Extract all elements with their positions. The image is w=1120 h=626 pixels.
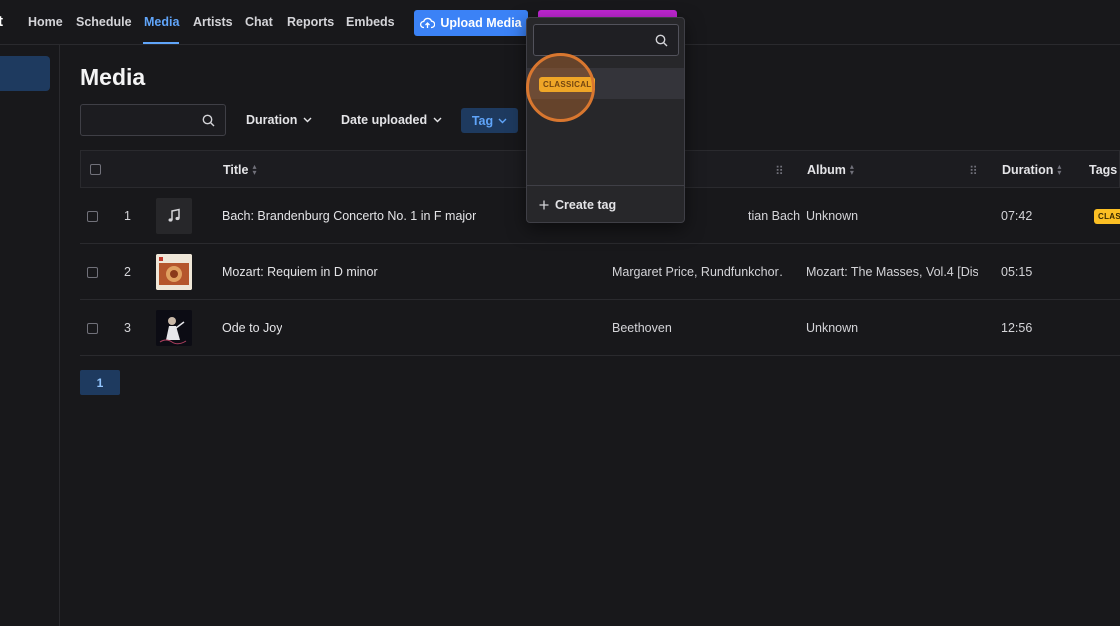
column-title[interactable]: Title ▴ ▾ (223, 162, 257, 178)
column-tags-label: Tags (1089, 163, 1118, 177)
column-album[interactable]: Album ▴ ▾ (807, 162, 854, 178)
sort-icon: ▴ ▾ (1057, 162, 1062, 177)
row-duration: 12:56 (1001, 321, 1033, 335)
row-album: Unknown (806, 209, 859, 223)
duration-filter-label: Duration (246, 113, 298, 127)
row-title[interactable]: Mozart: Requiem in D minor (222, 265, 378, 279)
nav-reports[interactable]: Reports (287, 15, 334, 29)
nav-embeds[interactable]: Embeds (346, 15, 395, 29)
nav-chat[interactable]: Chat (245, 15, 273, 29)
row-title[interactable]: Ode to Joy (222, 321, 282, 335)
tag-filter[interactable]: Tag (461, 108, 518, 133)
column-duration[interactable]: Duration ▴ ▾ (1002, 162, 1062, 178)
sort-icon: ▴ ▾ (252, 162, 257, 177)
music-note-icon (156, 198, 192, 234)
dropdown-divider (527, 185, 684, 186)
row-checkbox[interactable] (87, 211, 98, 222)
plus-icon (539, 200, 549, 210)
sidebar-item-active[interactable] (0, 56, 50, 91)
album-art (156, 310, 192, 346)
nav-media[interactable]: Media (144, 15, 179, 29)
search-icon (655, 34, 668, 47)
row-title[interactable]: Bach: Brandenburg Concerto No. 1 in F ma… (222, 209, 476, 223)
tag-badge[interactable]: CLASS (1094, 209, 1120, 224)
row-index: 2 (124, 265, 131, 279)
row-checkbox[interactable] (87, 323, 98, 334)
row-artist: Beethoven (612, 321, 672, 335)
column-duration-label: Duration (1002, 163, 1054, 177)
cloud-upload-icon (420, 17, 436, 29)
row-artist: tian Bach (748, 209, 801, 223)
nav-home[interactable]: Home (28, 15, 63, 29)
select-all-checkbox[interactable] (90, 164, 101, 175)
column-title-label: Title (223, 163, 249, 177)
row-album: Mozart: The Masses, Vol.4 [Dis… (806, 265, 978, 279)
tag-filter-label: Tag (471, 113, 494, 128)
create-tag-label: Create tag (555, 198, 617, 212)
row-artist: Margaret Price, Rundfunkchor… (612, 265, 784, 279)
nav-schedule[interactable]: Schedule (76, 15, 132, 29)
row-index: 1 (124, 209, 131, 223)
upload-media-button[interactable]: Upload Media (414, 10, 528, 36)
pagination-page-1[interactable]: 1 (80, 370, 120, 395)
column-tags[interactable]: Tags (1089, 163, 1117, 177)
chevron-down-icon (498, 118, 507, 123)
nav-active-indicator (143, 42, 179, 44)
row-album: Unknown (806, 321, 859, 335)
drag-handle-icon[interactable]: ⠿ (969, 164, 978, 178)
search-input[interactable] (80, 104, 226, 136)
nav-artists[interactable]: Artists (193, 15, 233, 29)
date-uploaded-filter[interactable]: Date uploaded (341, 113, 442, 127)
duration-filter[interactable]: Duration (246, 113, 312, 127)
date-uploaded-filter-label: Date uploaded (341, 113, 428, 127)
chevron-down-icon (433, 117, 442, 123)
search-icon (202, 114, 215, 127)
create-tag-button[interactable]: Create tag (539, 198, 616, 212)
table-row[interactable]: 3 Ode to Joy Beethoven Unknown 12:56 (80, 300, 1120, 356)
row-duration: 07:42 (1001, 209, 1033, 223)
album-art (156, 254, 192, 290)
click-highlight (526, 53, 595, 122)
row-duration: 05:15 (1001, 265, 1033, 279)
chevron-down-icon (303, 117, 312, 123)
column-album-label: Album (807, 163, 846, 177)
logo[interactable]: t (0, 13, 3, 30)
sort-icon: ▴ ▾ (849, 162, 854, 177)
tag-search-input[interactable] (533, 24, 679, 56)
sidebar (0, 45, 60, 626)
row-index: 3 (124, 321, 131, 335)
page-title: Media (80, 64, 146, 90)
drag-handle-icon[interactable]: ⠿ (775, 164, 784, 178)
row-checkbox[interactable] (87, 267, 98, 278)
table-row[interactable]: 2 Mozart: Requiem in D minor Margaret Pr… (80, 244, 1120, 300)
upload-media-label: Upload Media (440, 16, 522, 30)
